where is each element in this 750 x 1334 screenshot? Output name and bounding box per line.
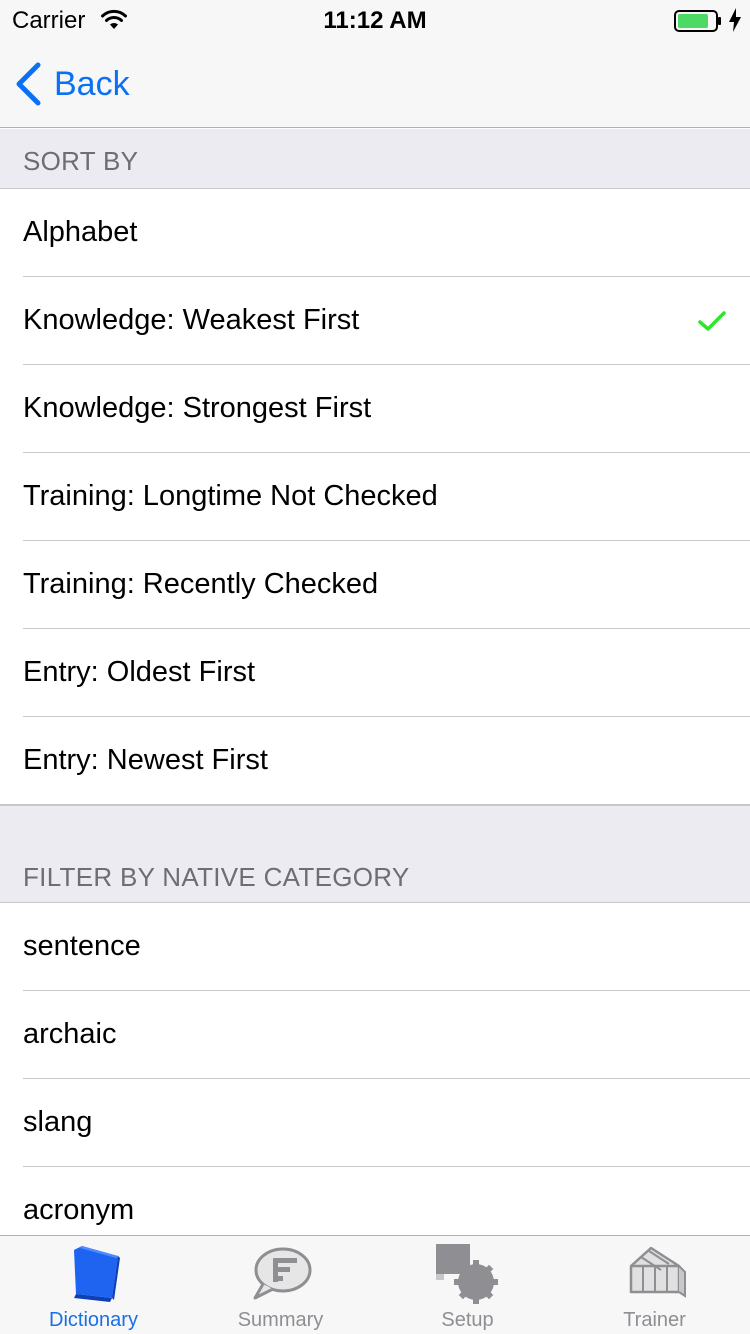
tab-label: Setup: [441, 1309, 494, 1331]
row-label: Knowledge: Strongest First: [23, 392, 372, 424]
tab-summary[interactable]: Summary: [187, 1236, 374, 1334]
tab-label: Trainer: [623, 1309, 686, 1331]
tab-dictionary[interactable]: Dictionary: [0, 1236, 187, 1334]
row-label: Knowledge: Weakest First: [23, 304, 360, 336]
back-label: Back: [54, 64, 130, 103]
sort-option-training-recent[interactable]: Training: Recently Checked: [0, 541, 750, 629]
book-icon: [73, 1246, 120, 1302]
sort-option-knowledge-strongest[interactable]: Knowledge: Strongest First: [0, 365, 750, 453]
charging-bolt-icon: [729, 8, 741, 32]
filter-option-sentence[interactable]: sentence: [0, 903, 750, 991]
row-label: Entry: Newest First: [23, 744, 268, 776]
sort-option-entry-newest[interactable]: Entry: Newest First: [0, 717, 750, 805]
row-label: acronym: [23, 1194, 135, 1226]
screen: Carrier 11:12 AM Back SORT BY Alphabet K…: [0, 0, 750, 1334]
row-label: slang: [23, 1106, 93, 1138]
row-label: sentence: [23, 930, 141, 962]
section-header-label: FILTER BY NATIVE CATEGORY: [23, 862, 410, 892]
tab-label: Dictionary: [49, 1309, 138, 1331]
back-button[interactable]: Back: [14, 60, 130, 108]
section-header-sort: SORT BY: [0, 129, 750, 189]
filter-option-slang[interactable]: slang: [0, 1079, 750, 1167]
row-label: archaic: [23, 1018, 117, 1050]
row-label: Alphabet: [23, 216, 138, 248]
chevron-left-icon: [16, 62, 41, 106]
section-header-label: SORT BY: [23, 146, 139, 176]
row-label: Training: Recently Checked: [23, 568, 379, 600]
section-header-filter: FILTER BY NATIVE CATEGORY: [0, 805, 750, 903]
gears-icon: [435, 1244, 498, 1304]
tab-label: Summary: [237, 1309, 324, 1331]
sort-option-alphabet[interactable]: Alphabet: [0, 189, 750, 277]
sort-option-knowledge-weakest[interactable]: Knowledge: Weakest First: [0, 277, 750, 365]
checkmark-icon: [698, 311, 726, 331]
row-label: Entry: Oldest First: [23, 656, 256, 688]
sort-option-training-longtime[interactable]: Training: Longtime Not Checked: [0, 453, 750, 541]
filter-option-archaic[interactable]: archaic: [0, 991, 750, 1079]
greenhouse-icon: [629, 1246, 686, 1298]
settings-table: SORT BY Alphabet Knowledge: Weakest Firs…: [0, 129, 750, 1235]
clock: 11:12 AM: [323, 7, 427, 34]
tab-setup[interactable]: Setup: [374, 1236, 561, 1334]
tab-bar: Dictionary Summary Setup Trainer: [0, 1235, 750, 1334]
filter-option-acronym[interactable]: acronym: [0, 1167, 750, 1235]
sort-option-entry-oldest[interactable]: Entry: Oldest First: [0, 629, 750, 717]
speech-bubble-icon: [253, 1247, 311, 1300]
navigation-bar: Back: [0, 40, 750, 128]
row-label: Training: Longtime Not Checked: [23, 480, 438, 512]
status-bar: Carrier 11:12 AM: [0, 0, 750, 40]
battery-icon: [674, 10, 721, 32]
tab-trainer[interactable]: Trainer: [561, 1236, 748, 1334]
